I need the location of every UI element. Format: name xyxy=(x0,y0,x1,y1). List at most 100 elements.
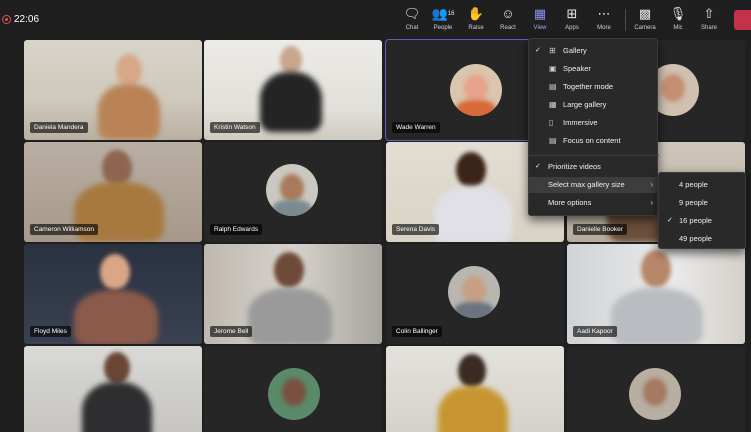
chat-icon: 🗨 xyxy=(403,6,421,21)
menu-item-more-options[interactable]: More options › xyxy=(529,195,659,211)
toolbar-divider xyxy=(625,9,626,31)
hand-icon: ✋ xyxy=(467,6,485,21)
people-icon: 👥16 xyxy=(431,6,455,21)
apps-label: Apps xyxy=(565,25,579,31)
gallery-size-option[interactable]: 9 people xyxy=(659,194,747,211)
recording-icon xyxy=(2,15,11,24)
avatar-body xyxy=(272,200,312,216)
share-button[interactable]: ⇧ Share xyxy=(692,6,726,34)
speaker-view-icon: ▣ xyxy=(549,64,557,73)
view-menu: ✓ ⊞ Gallery ▣ Speaker ▤ Together mode ▦ … xyxy=(528,38,659,216)
raise-hand-button[interactable]: ✋ Raise xyxy=(459,6,493,34)
participant-name: Colin Ballinger xyxy=(392,326,442,337)
video-tile[interactable]: Jerome Bell xyxy=(204,244,382,344)
option-label: 4 people xyxy=(679,180,708,189)
chat-label: Chat xyxy=(405,25,419,31)
more-button[interactable]: ⋯ More xyxy=(587,6,621,34)
video-tile[interactable]: Daniela Mandera xyxy=(24,40,202,140)
menu-item-together-mode[interactable]: ▤ Together mode xyxy=(529,79,659,95)
video-tile[interactable]: Floyd Miles xyxy=(24,244,202,344)
immersive-icon: ▯ xyxy=(549,118,554,127)
raise-label: Raise xyxy=(468,25,484,31)
react-button[interactable]: ☺ React xyxy=(491,6,525,34)
video-tile[interactable] xyxy=(386,346,564,432)
menu-item-select-max-gallery-size[interactable]: Select max gallery size › xyxy=(529,177,659,193)
video-tile[interactable]: Kristin Watson xyxy=(204,40,382,140)
menu-item-immersive[interactable]: ▯ Immersive xyxy=(529,115,659,131)
participant-avatar xyxy=(266,164,318,216)
menu-item-label: Together mode xyxy=(563,82,614,91)
participant-head xyxy=(102,150,132,186)
participant-name: Kristin Watson xyxy=(210,122,260,133)
participant-head xyxy=(641,250,671,288)
people-button[interactable]: 👥16 People xyxy=(426,6,460,34)
menu-item-label: Focus on content xyxy=(563,136,621,145)
chevron-right-icon: › xyxy=(650,180,653,189)
participant-avatar xyxy=(450,64,502,116)
participant-body xyxy=(82,382,152,432)
video-tile[interactable]: Cameron Williamson xyxy=(24,142,202,242)
mic-label: Mic xyxy=(673,25,683,31)
meeting-timer: 22:06 xyxy=(14,14,40,25)
menu-item-large-gallery[interactable]: ▦ Large gallery xyxy=(529,97,659,113)
participant-body xyxy=(98,84,160,140)
participant-name: Wade Warren xyxy=(392,122,440,133)
menu-item-label: Large gallery xyxy=(563,100,607,109)
participant-name: Danielle Booker xyxy=(573,224,627,235)
meeting-toolbar: 22:06 🗨 Chat 👥16 People ✋ Raise ☺ React … xyxy=(0,0,751,38)
video-tile[interactable] xyxy=(24,346,202,432)
gallery-size-option[interactable]: 49 people xyxy=(659,230,747,247)
participant-body xyxy=(434,186,512,242)
checkmark-icon: ✓ xyxy=(667,217,673,224)
people-count: 16 xyxy=(447,11,455,17)
leave-button[interactable] xyxy=(734,10,751,30)
view-button[interactable]: ▦ View xyxy=(523,6,557,34)
participant-avatar xyxy=(629,368,681,420)
video-tile[interactable] xyxy=(204,346,382,432)
participant-head xyxy=(458,354,486,388)
menu-item-speaker[interactable]: ▣ Speaker xyxy=(529,61,659,77)
video-tile[interactable]: Ralph Edwards xyxy=(204,142,382,242)
chat-button[interactable]: 🗨 Chat xyxy=(395,6,429,34)
participant-name: Aadi Kapoor xyxy=(573,326,617,337)
view-label: View xyxy=(533,25,547,31)
together-mode-icon: ▤ xyxy=(549,82,557,91)
participant-name: Jerome Bell xyxy=(210,326,253,337)
participant-name: Daniela Mandera xyxy=(30,122,88,133)
menu-item-label: Immersive xyxy=(563,118,598,127)
camera-button[interactable]: ▩ Camera xyxy=(628,6,662,34)
chevron-right-icon: › xyxy=(650,198,653,207)
gallery-size-option[interactable]: 4 people xyxy=(659,176,747,193)
participant-name: Cameron Williamson xyxy=(30,224,98,235)
gallery-grid-icon: ⊞ xyxy=(549,46,556,55)
checkmark-icon: ✓ xyxy=(535,47,541,54)
smiley-icon: ☺ xyxy=(501,6,515,21)
menu-item-gallery[interactable]: ✓ ⊞ Gallery xyxy=(529,43,659,59)
menu-item-label: Prioritize videos xyxy=(548,162,601,171)
menu-item-label: Gallery xyxy=(563,46,587,55)
video-tile[interactable]: Aadi Kapoor xyxy=(567,244,745,344)
more-label: More xyxy=(597,25,611,31)
video-tile[interactable]: Colin Ballinger xyxy=(386,244,564,344)
focus-content-icon: ▤ xyxy=(549,136,557,145)
participant-avatar xyxy=(268,368,320,420)
people-label: People xyxy=(433,25,453,31)
avatar-body xyxy=(456,100,496,116)
option-label: 9 people xyxy=(679,198,708,207)
large-gallery-icon: ▦ xyxy=(549,100,557,109)
menu-item-prioritize-videos[interactable]: ✓ Prioritize videos xyxy=(529,159,659,175)
gallery-size-option-selected[interactable]: ✓ 16 people xyxy=(659,212,747,229)
participant-avatar xyxy=(448,266,500,318)
apps-button[interactable]: ⊞ Apps xyxy=(555,6,589,34)
share-icon: ⇧ xyxy=(703,6,715,21)
participant-head xyxy=(456,152,486,188)
participant-body xyxy=(611,288,703,344)
microphone-icon: 🎙 xyxy=(669,6,687,21)
menu-item-focus-on-content[interactable]: ▤ Focus on content xyxy=(529,133,659,149)
participant-body xyxy=(248,288,332,344)
video-tile[interactable] xyxy=(567,346,745,432)
option-label: 49 people xyxy=(679,234,712,243)
menu-item-label: Speaker xyxy=(563,64,591,73)
mic-button[interactable]: 🎙 Mic xyxy=(661,6,695,34)
menu-item-label: Select max gallery size xyxy=(548,180,625,189)
